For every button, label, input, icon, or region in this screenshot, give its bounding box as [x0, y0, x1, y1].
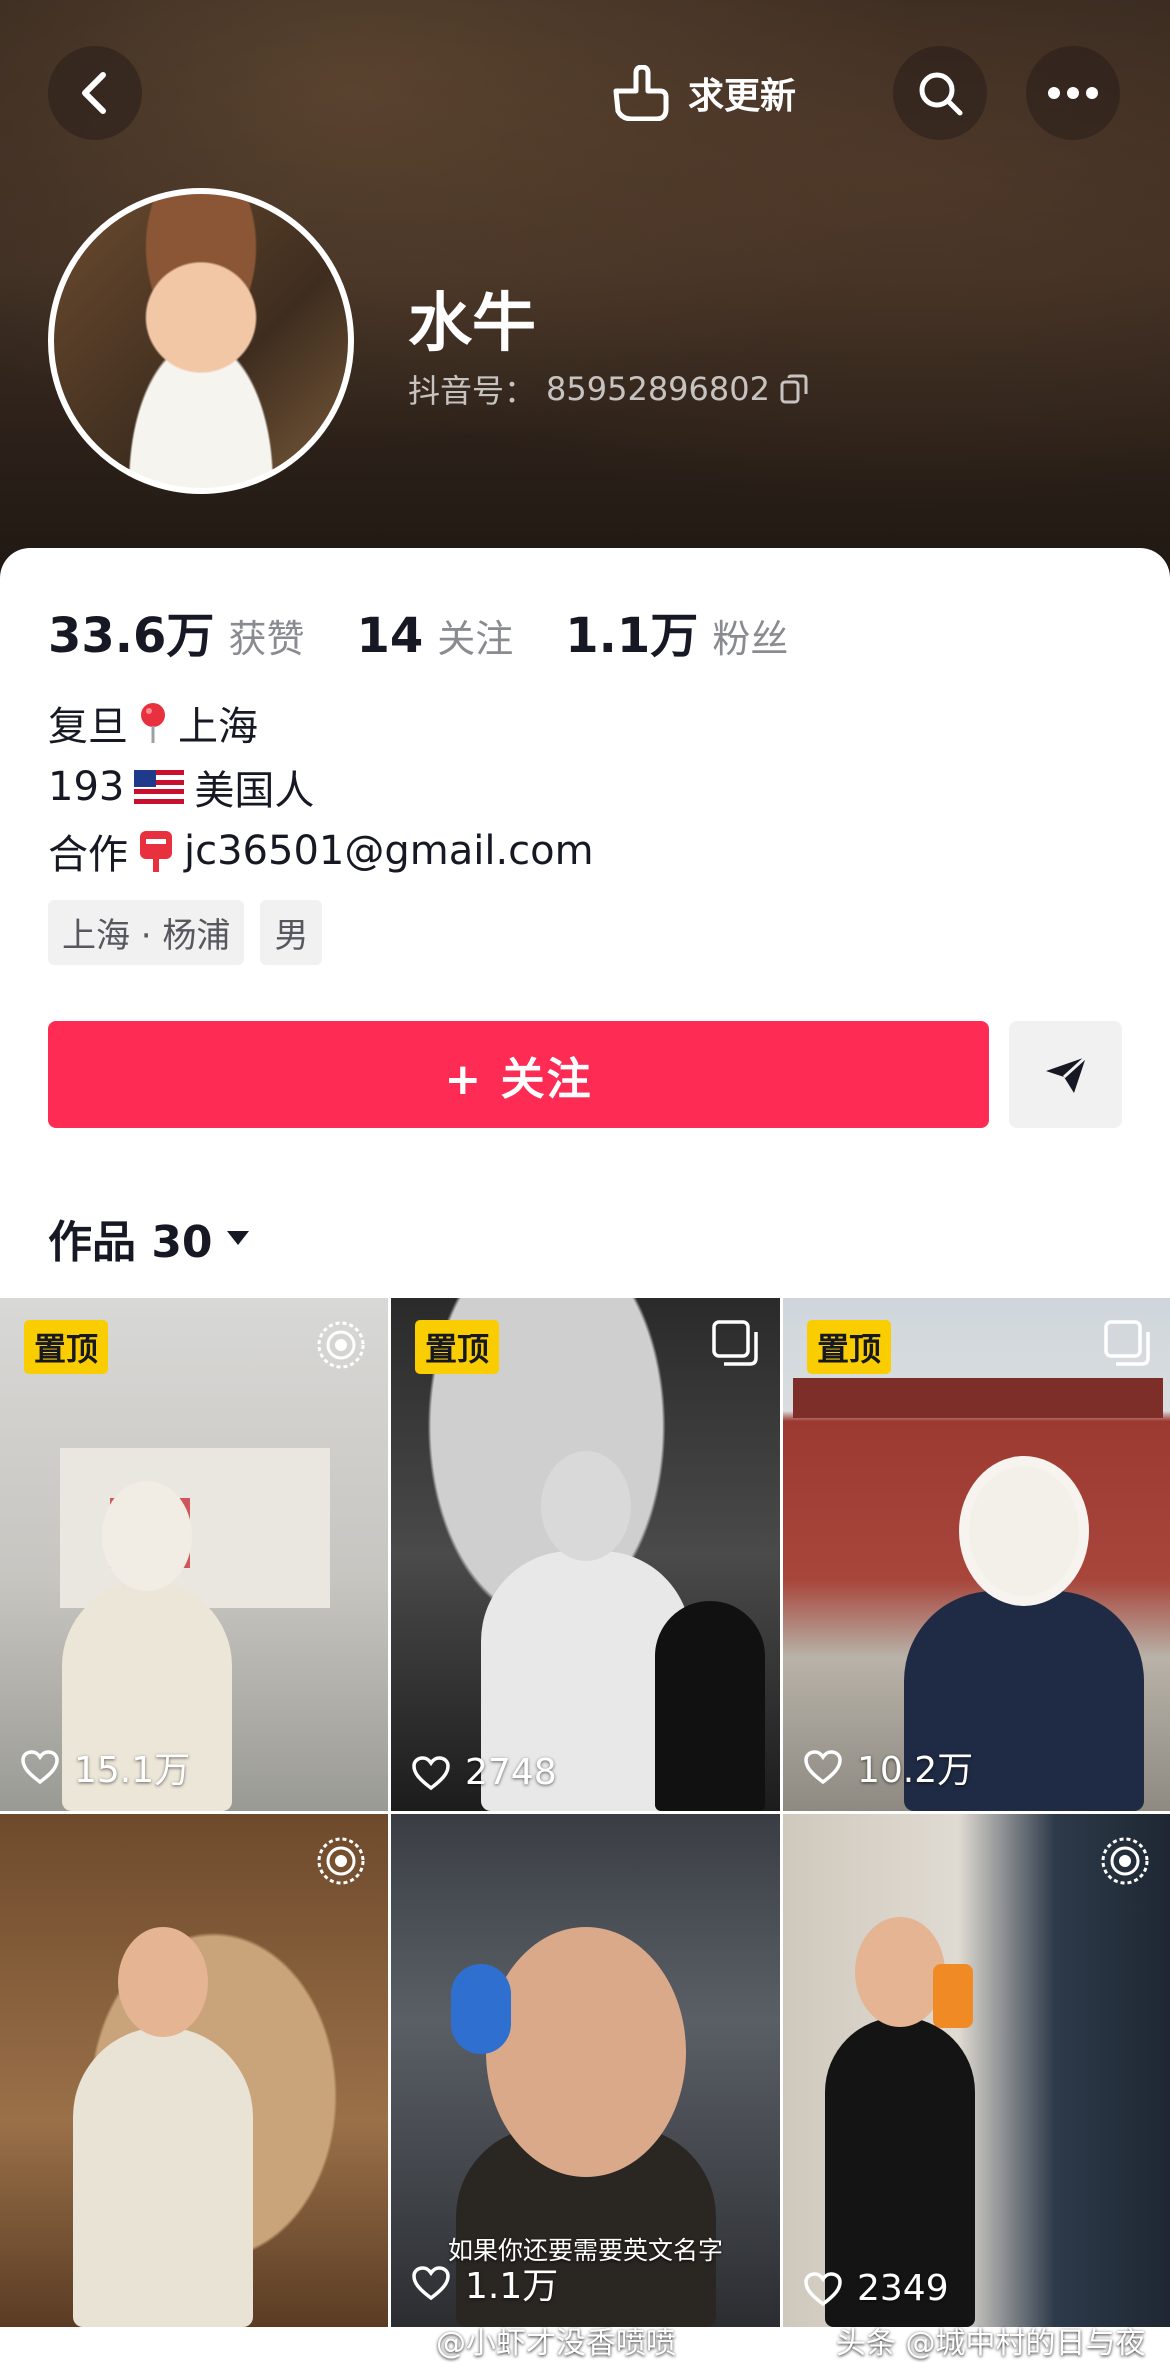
person [654, 1601, 765, 1811]
stat-following[interactable]: 14 关注 [356, 608, 513, 664]
tab-works[interactable]: 作品 30 [48, 1206, 251, 1270]
likes-value: 2349 [857, 2268, 949, 2309]
person-head [102, 1481, 193, 1591]
more-options-button[interactable] [1026, 46, 1120, 140]
chevron-left-icon [82, 72, 106, 114]
follow-button[interactable]: + 关注 [48, 1021, 989, 1128]
works-tab-label: 作品 30 [48, 1217, 213, 1268]
stat-likes-value: 33.6万 [48, 608, 215, 664]
stat-followers[interactable]: 1.1万 粉丝 [565, 596, 788, 666]
heart-outline-icon [804, 1750, 842, 1785]
request-update-button[interactable]: 求更新 [610, 58, 796, 128]
location-pin-icon [141, 703, 165, 743]
bio-line-contact: 合作 jc36501@gmail.com [48, 822, 594, 880]
bio-line-school: 复旦 上海 [48, 694, 258, 752]
heart-outline-icon [804, 2271, 842, 2306]
person-head [117, 1927, 208, 2037]
poster-board [60, 1448, 330, 1608]
works-grid: 置顶 15.1万 置顶 2748 置顶 10.2万 如果你还要需要英文名字 1.… [0, 1298, 1170, 2327]
likes-value: 15.1万 [74, 1750, 191, 1791]
pinned-badge: 置顶 [807, 1320, 892, 1374]
video-thumbnail[interactable] [0, 1814, 388, 2327]
us-flag-icon [134, 770, 185, 804]
tag-location: 上海 · 杨浦 [48, 900, 245, 965]
request-update-label: 求更新 [688, 76, 797, 117]
watermark-bar: @小虾才没香喷喷 头条 @城中村的日与夜 [0, 2318, 1170, 2363]
video-thumbnail[interactable]: 置顶 10.2万 [783, 1298, 1170, 1811]
more-dots-icon [1048, 87, 1098, 99]
orange-phone [933, 1964, 973, 2028]
bio-city: 上海 [178, 704, 258, 750]
stats-row: 33.6万 获赞 14 关注 1.1万 粉丝 [48, 596, 840, 664]
person [72, 2027, 253, 2327]
mascot-figure [451, 1964, 511, 2054]
bio-line-height: 193 美国人 [48, 758, 314, 816]
avatar[interactable] [48, 188, 354, 494]
likes-count: 2349 [803, 2268, 949, 2309]
person-head [854, 1917, 945, 2027]
douyin-id-label: 抖音号： [408, 372, 537, 410]
send-icon [1045, 1055, 1087, 1093]
heart-outline-icon [21, 1750, 59, 1785]
stat-followers-label: 粉丝 [712, 617, 789, 661]
stat-likes-label: 获赞 [228, 617, 305, 661]
back-button[interactable] [48, 46, 142, 140]
likes-value: 2748 [465, 1752, 557, 1793]
bio-contact-label: 合作 [48, 832, 128, 878]
likes-count: 2748 [411, 1752, 557, 1793]
live-icon [1101, 1837, 1149, 1885]
copy-icon[interactable] [780, 374, 808, 404]
live-icon [317, 1837, 365, 1885]
profile-username: 水牛 [408, 287, 536, 361]
likes-count: 1.1万 [411, 2257, 558, 2309]
bio-email[interactable]: jc36501@gmail.com [184, 828, 594, 874]
pointing-hand-icon [613, 65, 669, 121]
tag-gender: 男 [260, 900, 323, 965]
bio-height: 193 [48, 764, 125, 810]
video-thumbnail[interactable]: 2349 [783, 1814, 1170, 2327]
person-head [485, 1927, 686, 2177]
video-thumbnail[interactable]: 置顶 2748 [391, 1298, 780, 1811]
live-icon [317, 1321, 365, 1369]
person-head [540, 1451, 631, 1561]
gallery-icon [712, 1320, 758, 1366]
pinned-badge: 置顶 [24, 1320, 109, 1374]
message-button[interactable] [1009, 1021, 1122, 1128]
search-icon [919, 72, 963, 116]
video-thumbnail[interactable]: 如果你还要需要英文名字 1.1万 [391, 1814, 780, 2327]
likes-value: 10.2万 [857, 1750, 974, 1791]
gate-roof [793, 1378, 1163, 1418]
douyin-id[interactable]: 抖音号： 85952896802 [408, 366, 808, 412]
gallery-icon [1104, 1320, 1150, 1366]
stat-followers-value: 1.1万 [565, 608, 699, 664]
video-thumbnail[interactable]: 置顶 15.1万 [0, 1298, 388, 1811]
bio-school: 复旦 [48, 704, 128, 750]
heart-outline-icon [412, 1755, 450, 1790]
caret-down-icon [226, 1231, 249, 1245]
search-button[interactable] [893, 46, 987, 140]
pinned-badge: 置顶 [415, 1320, 500, 1374]
bio-nationality: 美国人 [194, 768, 315, 814]
heart-outline-icon [412, 2266, 450, 2301]
douyin-id-value: 85952896802 [546, 370, 770, 408]
likes-value: 1.1万 [465, 2266, 559, 2307]
profile-tags: 上海 · 杨浦 男 [48, 900, 323, 965]
likes-count: 15.1万 [20, 1741, 190, 1793]
person-head [959, 1456, 1090, 1606]
stat-following-value: 14 [356, 608, 424, 664]
postbox-icon [140, 831, 172, 872]
likes-count: 10.2万 [803, 1741, 973, 1793]
watermark-toutiao: 头条 @城中村的日与夜 [836, 2326, 1146, 2361]
watermark-weibo: @小虾才没香喷喷 [436, 2326, 676, 2361]
stat-following-label: 关注 [437, 617, 514, 661]
stat-likes[interactable]: 33.6万 获赞 [48, 596, 304, 666]
